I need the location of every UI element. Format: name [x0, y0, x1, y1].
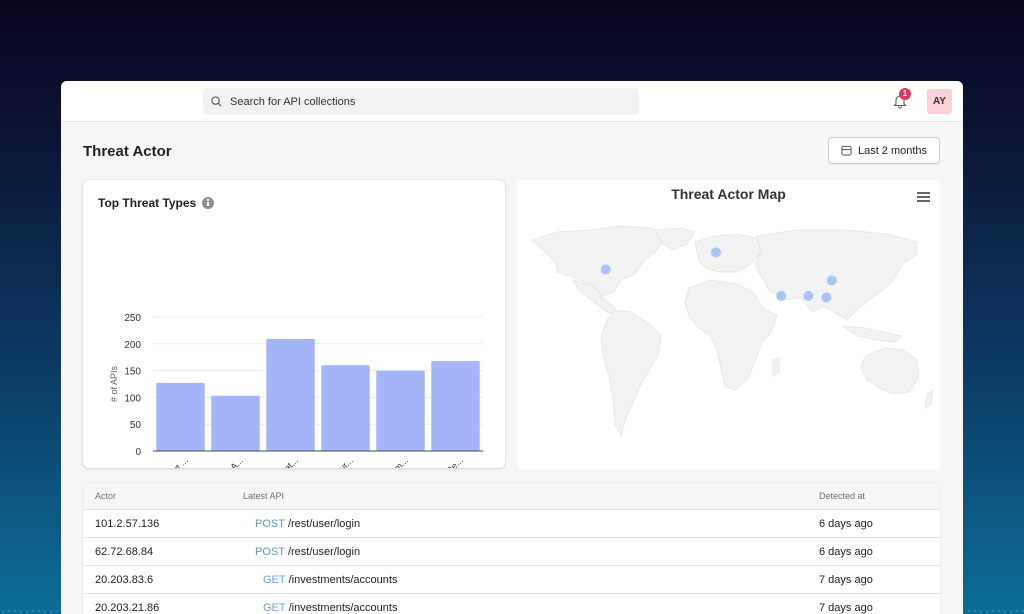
map-south-america	[600, 309, 662, 438]
bar[interactable]	[376, 370, 425, 451]
table-row[interactable]: 101.2.57.136 POST/rest/user/login 6 days…	[83, 509, 940, 537]
detected-at: 6 days ago	[819, 545, 873, 558]
http-method: GET	[263, 573, 286, 586]
x-tick-label: Excessive Dat...	[247, 455, 300, 468]
notification-badge: 1	[899, 88, 911, 100]
api-path: /investments/accounts	[288, 601, 398, 614]
table-row[interactable]: 20.203.83.6 GET/investments/accounts 7 d…	[83, 565, 940, 593]
latest-api: GET/investments/accounts	[243, 602, 397, 614]
x-tick-label: Mass Assignm...	[357, 455, 410, 468]
notifications-button[interactable]: 1	[893, 88, 911, 111]
column-header-detected-at[interactable]: Detected at	[819, 491, 865, 501]
detected-at: 6 days ago	[819, 517, 873, 530]
y-tick-label: 0	[135, 447, 141, 458]
threat-actor-table: Actor Latest API Detected at 101.2.57.13…	[83, 483, 940, 614]
app-window: Search for API collections 1 AY Threat A…	[61, 81, 963, 614]
latest-api: GET/investments/accounts	[243, 574, 397, 586]
x-tick-label: Server Side Re...	[409, 455, 465, 468]
avatar[interactable]: AY	[927, 89, 952, 114]
map-new-zealand	[924, 389, 934, 409]
threat-actor-map-card: Threat Actor Map	[517, 180, 940, 469]
column-header-actor[interactable]: Actor	[95, 491, 116, 501]
y-tick-label: 150	[124, 367, 141, 378]
date-range-label: Last 2 months	[857, 144, 928, 157]
table-row[interactable]: 62.72.68.84 POST/rest/user/login 6 days …	[83, 537, 940, 565]
y-axis-label: # of APIs	[109, 365, 119, 402]
y-tick-label: 200	[124, 340, 141, 351]
x-tick-label: Lack of Resour...	[300, 455, 355, 468]
actor-ip: 62.72.68.84	[95, 545, 154, 558]
map-marker[interactable]	[826, 275, 837, 286]
detected-at: 7 days ago	[819, 573, 873, 586]
api-path: /rest/user/login	[287, 545, 361, 558]
map-africa	[684, 279, 778, 391]
search-icon	[211, 96, 222, 107]
map-marker[interactable]	[711, 247, 721, 258]
map-north-america	[531, 225, 668, 297]
x-tick-label: Broken User A...	[192, 455, 245, 468]
search-input[interactable]: Search for API collections	[203, 88, 639, 115]
bar[interactable]	[431, 360, 480, 451]
y-tick-label: 50	[130, 420, 142, 431]
y-tick-label: 100	[124, 393, 141, 404]
http-method: POST	[255, 517, 285, 530]
detected-at: 7 days ago	[819, 601, 873, 614]
latest-api: POST/rest/user/login	[243, 546, 360, 558]
world-map	[531, 225, 934, 438]
http-method: POST	[255, 545, 285, 558]
bar-chart: 0 50 100 150 200 250 # of APIs Broken Object ..…	[109, 313, 483, 468]
map-marker[interactable]	[803, 290, 814, 301]
bar[interactable]	[156, 382, 205, 451]
map-madagascar	[772, 357, 780, 377]
top-threat-types-card: Top Threat Types 0 50 100 150 200 250 # of API…	[83, 180, 505, 468]
map-europe	[694, 233, 762, 273]
map-marker[interactable]	[821, 292, 832, 303]
http-method: GET	[263, 601, 286, 614]
search-placeholder: Search for API collections	[230, 95, 356, 108]
api-path: /rest/user/login	[287, 517, 361, 530]
map-marker[interactable]	[600, 264, 611, 275]
page-title: Threat Actor	[83, 143, 172, 160]
map-indonesia	[841, 325, 902, 343]
table-header: Actor Latest API Detected at	[83, 483, 940, 509]
api-path: /investments/accounts	[288, 573, 398, 586]
map-asia	[754, 229, 918, 321]
calendar-icon	[841, 145, 852, 156]
actor-ip: 101.2.57.136	[95, 517, 160, 530]
map-greenland	[654, 227, 696, 251]
bar[interactable]	[321, 365, 370, 451]
top-bar: Search for API collections 1 AY	[61, 81, 963, 122]
bar[interactable]	[266, 338, 315, 451]
map-marker[interactable]	[776, 290, 787, 301]
actor-ip: 20.203.83.6	[95, 573, 154, 586]
date-range-button[interactable]: Last 2 months	[828, 137, 940, 164]
latest-api: POST/rest/user/login	[243, 518, 360, 530]
bar[interactable]	[211, 395, 260, 451]
actor-ip: 20.203.21.86	[95, 601, 160, 614]
map-australia	[860, 347, 920, 395]
table-row[interactable]: 20.203.21.86 GET/investments/accounts 7 …	[83, 593, 940, 614]
column-header-latest-api[interactable]: Latest API	[243, 491, 284, 501]
x-tick-label: Broken Object ...	[135, 455, 189, 468]
y-tick-label: 250	[124, 313, 141, 324]
